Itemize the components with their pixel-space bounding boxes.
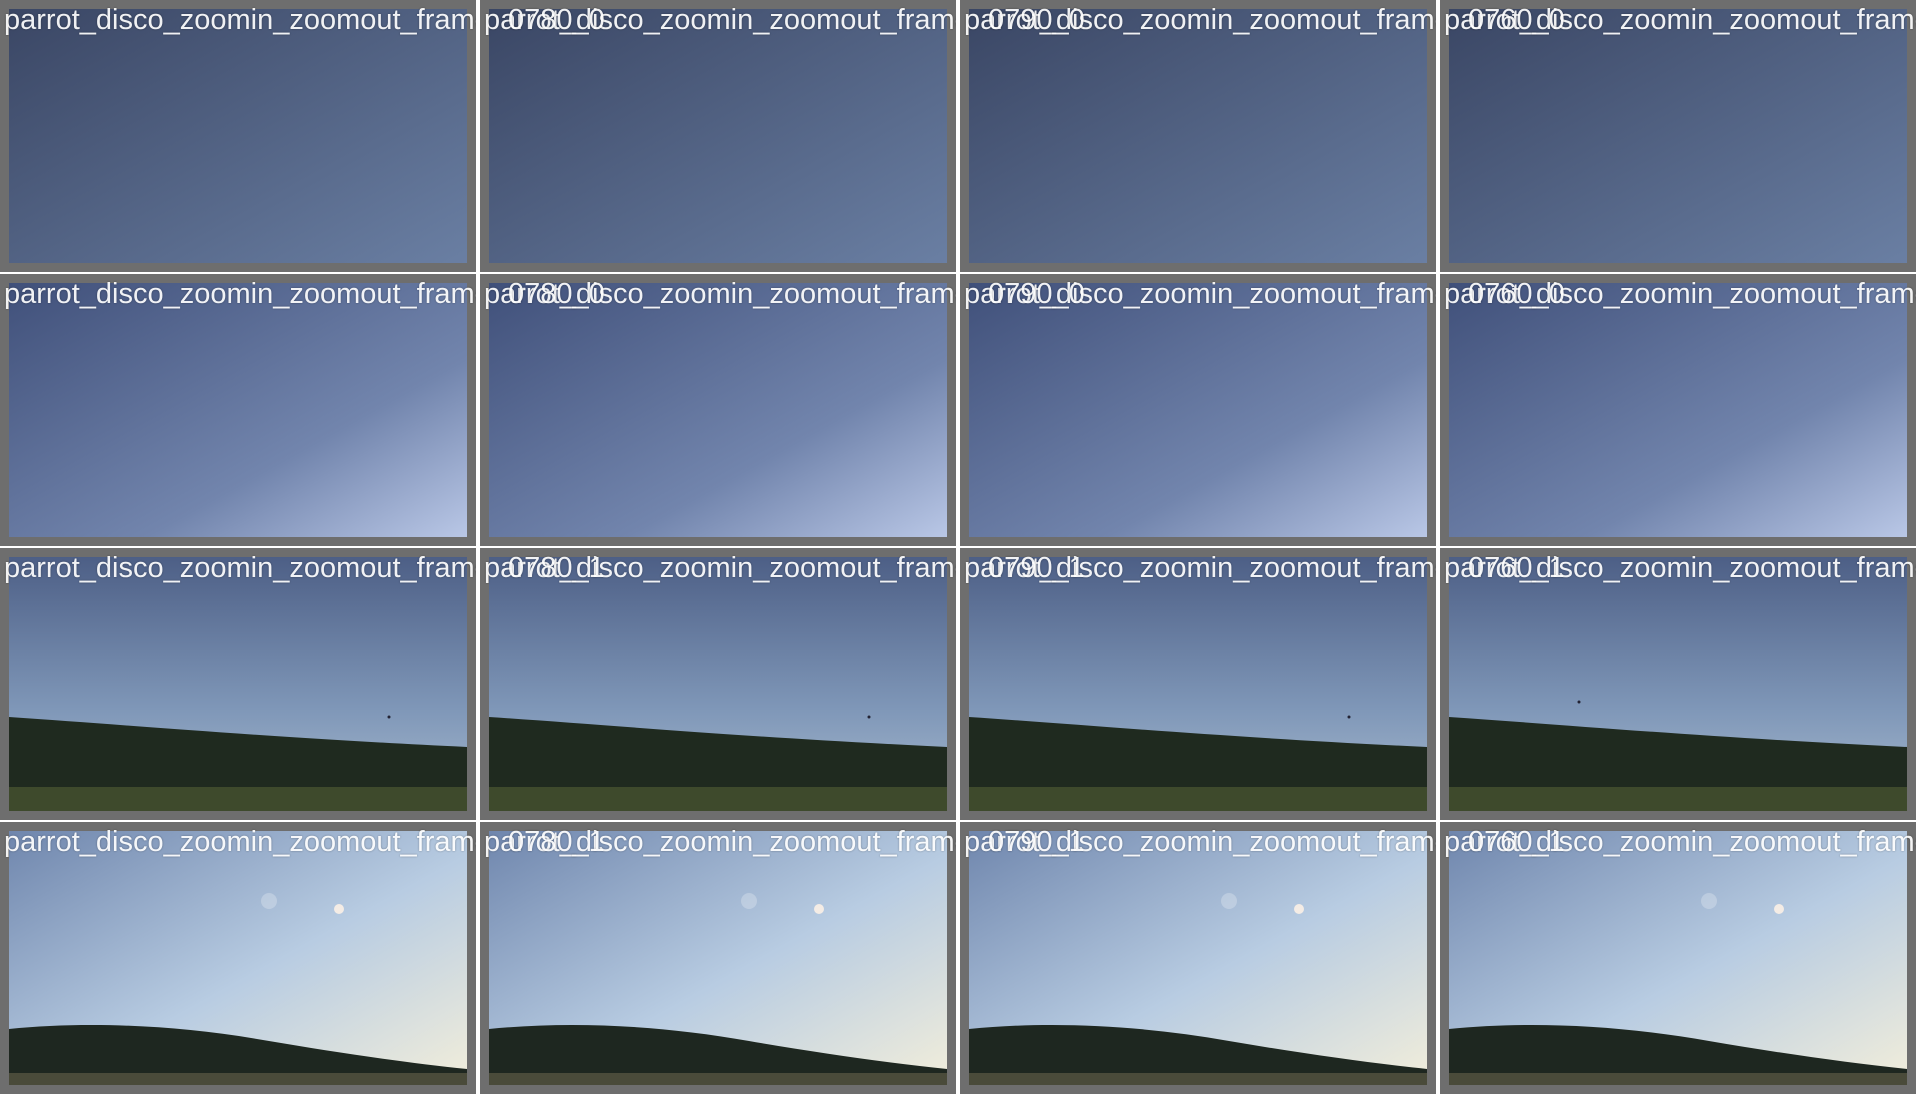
frame-image xyxy=(1449,9,1907,263)
frame-thumbnail[interactable]: parrot_disco_zoomin_zoomout_frame xyxy=(1440,274,1916,546)
frame-thumbnail[interactable]: parrot_disco_zoomin_zoomout_frame xyxy=(1440,0,1916,272)
frame-image xyxy=(969,9,1427,263)
frame-thumbnail[interactable]: parrot_disco_zoomin_zoomout_frame0790_0 xyxy=(480,0,956,272)
frame-image xyxy=(9,9,467,263)
frame-image xyxy=(9,557,467,811)
frame-thumbnail[interactable]: parrot_disco_zoomin_zoomout_frame0790_1 xyxy=(480,548,956,820)
frame-image xyxy=(1449,831,1907,1085)
frame-thumbnail[interactable]: parrot_disco_zoomin_zoomout_frame0760_1 xyxy=(960,822,1436,1094)
frame-image xyxy=(9,283,467,537)
frame-thumbnail[interactable]: parrot_disco_zoomin_zoomout_frame0780_1 xyxy=(0,822,476,1094)
thumbnail-grid: parrot_disco_zoomin_zoomout_frame0780_0 … xyxy=(0,0,1920,1100)
frame-thumbnail[interactable]: parrot_disco_zoomin_zoomout_frame0780_0 xyxy=(0,0,476,272)
frame-image xyxy=(1449,557,1907,811)
frame-image xyxy=(489,283,947,537)
frame-image xyxy=(489,9,947,263)
frame-image xyxy=(969,283,1427,537)
frame-thumbnail[interactable]: parrot_disco_zoomin_zoomout_frame0780_1 xyxy=(0,548,476,820)
frame-image xyxy=(1449,283,1907,537)
frame-image xyxy=(489,557,947,811)
frame-thumbnail[interactable]: parrot_disco_zoomin_zoomout_frame0760_1 xyxy=(960,548,1436,820)
frame-thumbnail[interactable]: parrot_disco_zoomin_zoomout_frame0760_0 xyxy=(960,0,1436,272)
frame-image xyxy=(969,831,1427,1085)
frame-thumbnail[interactable]: parrot_disco_zoomin_zoomout_frame0760_0 xyxy=(960,274,1436,546)
frame-thumbnail[interactable]: parrot_disco_zoomin_zoomout_frame0790_1 xyxy=(480,822,956,1094)
frame-image xyxy=(489,831,947,1085)
frame-thumbnail[interactable]: parrot_disco_zoomin_zoomout_frame xyxy=(1440,548,1916,820)
frame-image xyxy=(9,831,467,1085)
frame-thumbnail[interactable]: parrot_disco_zoomin_zoomout_frame xyxy=(1440,822,1916,1094)
frame-thumbnail[interactable]: parrot_disco_zoomin_zoomout_frame0780_0 xyxy=(0,274,476,546)
frame-image xyxy=(969,557,1427,811)
frame-thumbnail[interactable]: parrot_disco_zoomin_zoomout_frame0790_0 xyxy=(480,274,956,546)
